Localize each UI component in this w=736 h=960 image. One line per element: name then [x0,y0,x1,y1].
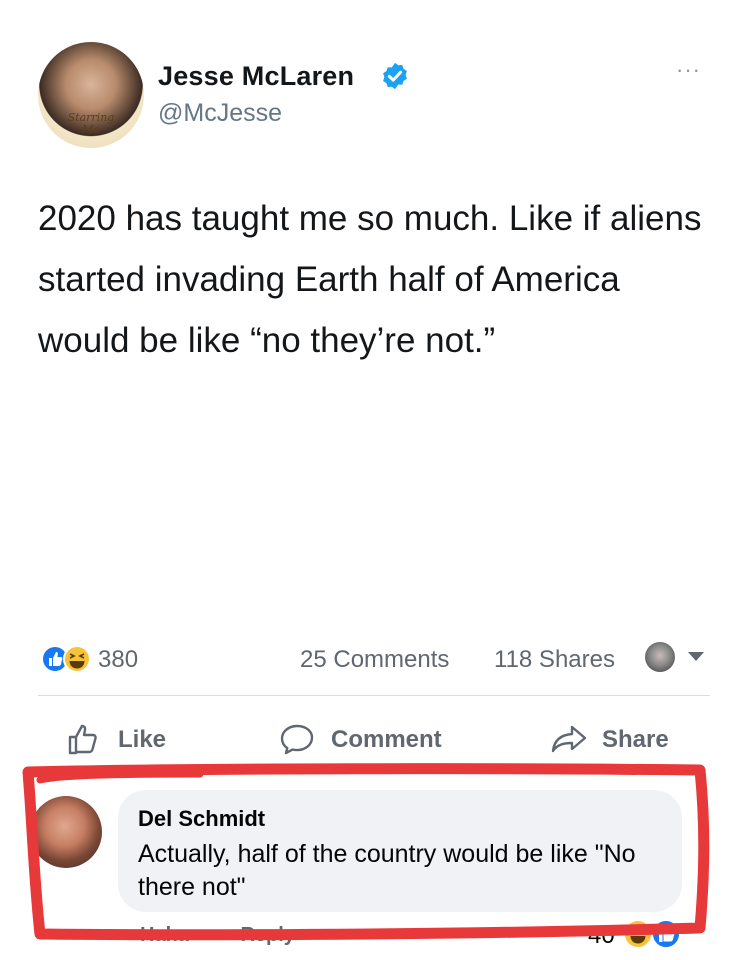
share-button[interactable]: Share [550,722,690,758]
shares-count[interactable]: 118 Shares [494,646,615,674]
share-label: Share [602,726,669,753]
comment-icon [280,724,314,755]
like-reaction-icon [651,919,681,949]
comments-count[interactable]: 25 Comments [300,646,449,674]
commenter-name[interactable]: Del Schmidt [138,806,265,832]
more-options-icon[interactable]: ··· [676,57,701,83]
comment-text: Actually, half of the country would be l… [138,840,636,901]
verified-badge-icon [383,62,407,90]
avatar-caption: Starring Me [67,111,115,136]
author-name[interactable]: Jesse McLaren [158,61,354,92]
comment-reactions-count[interactable]: 40 [588,922,615,950]
comment-actions: Haha Reply [140,924,341,947]
viewer-avatar[interactable] [645,642,675,672]
tweet-text: 2020 has taught me so much. Like if alie… [38,199,702,360]
haha-reaction-icon [63,645,91,673]
commenter-avatar[interactable] [30,796,102,868]
haha-reaction-icon [623,919,653,949]
author-handle[interactable]: @McJesse [158,99,282,128]
divider [38,695,710,696]
comment-label: Comment [331,726,442,753]
comment-reply-link[interactable]: Reply [240,924,294,946]
share-icon [551,725,587,753]
comment-reaction-icons[interactable] [622,918,688,950]
like-button[interactable]: Like [66,722,186,758]
reactions-count[interactable]: 380 [98,646,138,674]
comment-haha-link[interactable]: Haha [140,924,189,946]
thumbs-up-icon [68,724,97,755]
chevron-down-icon[interactable] [688,652,704,661]
comment-button[interactable]: Comment [279,722,469,758]
author-avatar[interactable]: Starring Me [38,42,144,148]
like-label: Like [118,726,167,753]
reaction-icons[interactable] [40,644,92,674]
